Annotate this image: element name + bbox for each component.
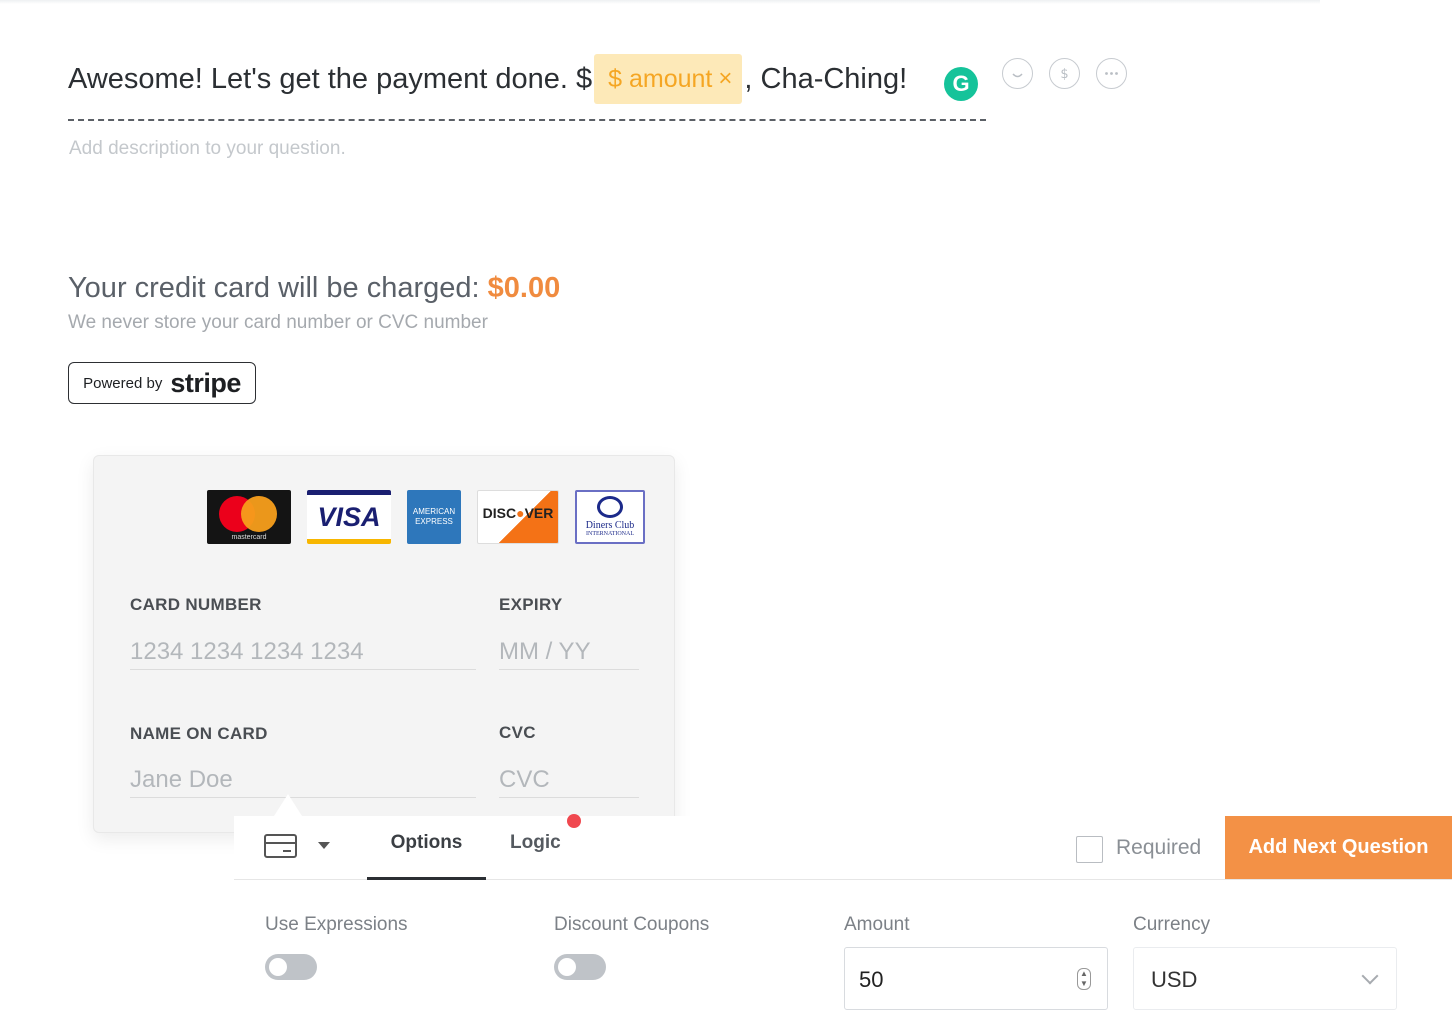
charge-line: Your credit card will be charged: $0.00 xyxy=(68,272,560,305)
charge-note: We never store your card number or CVC n… xyxy=(68,312,488,333)
card-brand-logos: mastercard VISA AMERICAN EXPRESS DISC ● VE… xyxy=(207,490,645,544)
visa-logo: VISA xyxy=(307,490,391,544)
number-spinner-icon[interactable]: ▲ ▼ xyxy=(1077,968,1091,990)
expiry-input[interactable] xyxy=(499,634,639,670)
discover-logo: DISC ● VER xyxy=(477,490,559,544)
credit-card-form: mastercard VISA AMERICAN EXPRESS DISC ● VE… xyxy=(93,455,675,833)
amount-chip-label: $ amount xyxy=(608,64,713,93)
cvc-label: CVC xyxy=(499,723,536,742)
amount-variable-chip[interactable]: $ amount × xyxy=(594,54,743,104)
chevron-down-icon xyxy=(1361,967,1379,985)
required-checkbox[interactable] xyxy=(1076,836,1103,863)
powered-by-label: Powered by xyxy=(83,374,163,392)
panel-toolbar: Options Logic Required Add Next Question xyxy=(234,814,1452,880)
more-icon[interactable] xyxy=(1096,58,1127,89)
question-prefix: Awesome! Let's get the payment done. $ xyxy=(68,62,593,95)
card-number-input[interactable] xyxy=(130,634,476,670)
panel-caret xyxy=(274,794,302,816)
discover-text-b: VER xyxy=(524,505,554,521)
diners-club-logo: Diners Club INTERNATIONAL xyxy=(575,490,645,544)
currency-value: USD xyxy=(1151,967,1198,992)
credit-card-icon[interactable] xyxy=(264,834,297,858)
discover-text-a: DISC xyxy=(482,505,517,521)
stripe-logo: stripe xyxy=(170,367,241,398)
logic-notification-dot xyxy=(567,814,581,828)
question-suffix: , Cha-Ching! xyxy=(744,62,908,95)
name-on-card-label: NAME ON CARD xyxy=(130,724,268,743)
discount-coupons-label: Discount Coupons xyxy=(554,914,710,935)
charge-amount: $0.00 xyxy=(487,272,561,304)
question-underline xyxy=(68,119,986,121)
use-expressions-toggle[interactable] xyxy=(265,954,317,980)
amount-input[interactable]: 50 ▲ ▼ xyxy=(844,947,1108,1010)
tab-options[interactable]: Options xyxy=(367,832,486,880)
powered-by-stripe-badge[interactable]: Powered by stripe xyxy=(68,362,256,404)
add-next-question-button[interactable]: Add Next Question xyxy=(1225,816,1452,879)
svg-text:$: $ xyxy=(1060,67,1068,82)
cvc-input[interactable] xyxy=(499,762,639,798)
expiry-label: EXPIRY xyxy=(499,595,563,614)
diners-sub-text: INTERNATIONAL xyxy=(586,531,634,537)
currency-select[interactable]: USD xyxy=(1133,947,1397,1010)
top-shade xyxy=(0,0,1320,4)
use-expressions-label: Use Expressions xyxy=(265,914,408,935)
mastercard-logo: mastercard xyxy=(207,490,291,544)
amex-logo: AMERICAN EXPRESS xyxy=(407,490,461,544)
diners-text: Diners Club xyxy=(585,520,635,531)
question-description-input[interactable]: Add description to your question. xyxy=(69,138,346,160)
emoji-icon[interactable] xyxy=(1002,58,1033,89)
mastercard-text: mastercard xyxy=(231,534,267,541)
currency-label: Currency xyxy=(1133,914,1211,935)
dollar-icon[interactable]: $ xyxy=(1049,58,1080,89)
question-options-panel: Options Logic Required Add Next Question… xyxy=(234,814,1452,1034)
chip-close-icon[interactable]: × xyxy=(718,65,732,93)
tab-logic[interactable]: Logic xyxy=(510,832,561,880)
question-title[interactable]: Awesome! Let's get the payment done. $ $… xyxy=(68,54,907,104)
grammarly-icon[interactable]: G xyxy=(944,67,978,101)
amount-value: 50 xyxy=(859,967,884,992)
question-tools: $ xyxy=(1002,58,1127,89)
amount-label: Amount xyxy=(844,914,910,935)
discount-coupons-toggle[interactable] xyxy=(554,954,606,980)
charge-label: Your credit card will be charged: xyxy=(68,272,488,304)
card-number-label: CARD NUMBER xyxy=(130,595,262,614)
name-on-card-input[interactable] xyxy=(130,762,476,798)
discover-dot: ● xyxy=(516,505,525,521)
chevron-down-icon[interactable] xyxy=(318,842,330,849)
required-label: Required xyxy=(1116,836,1202,859)
